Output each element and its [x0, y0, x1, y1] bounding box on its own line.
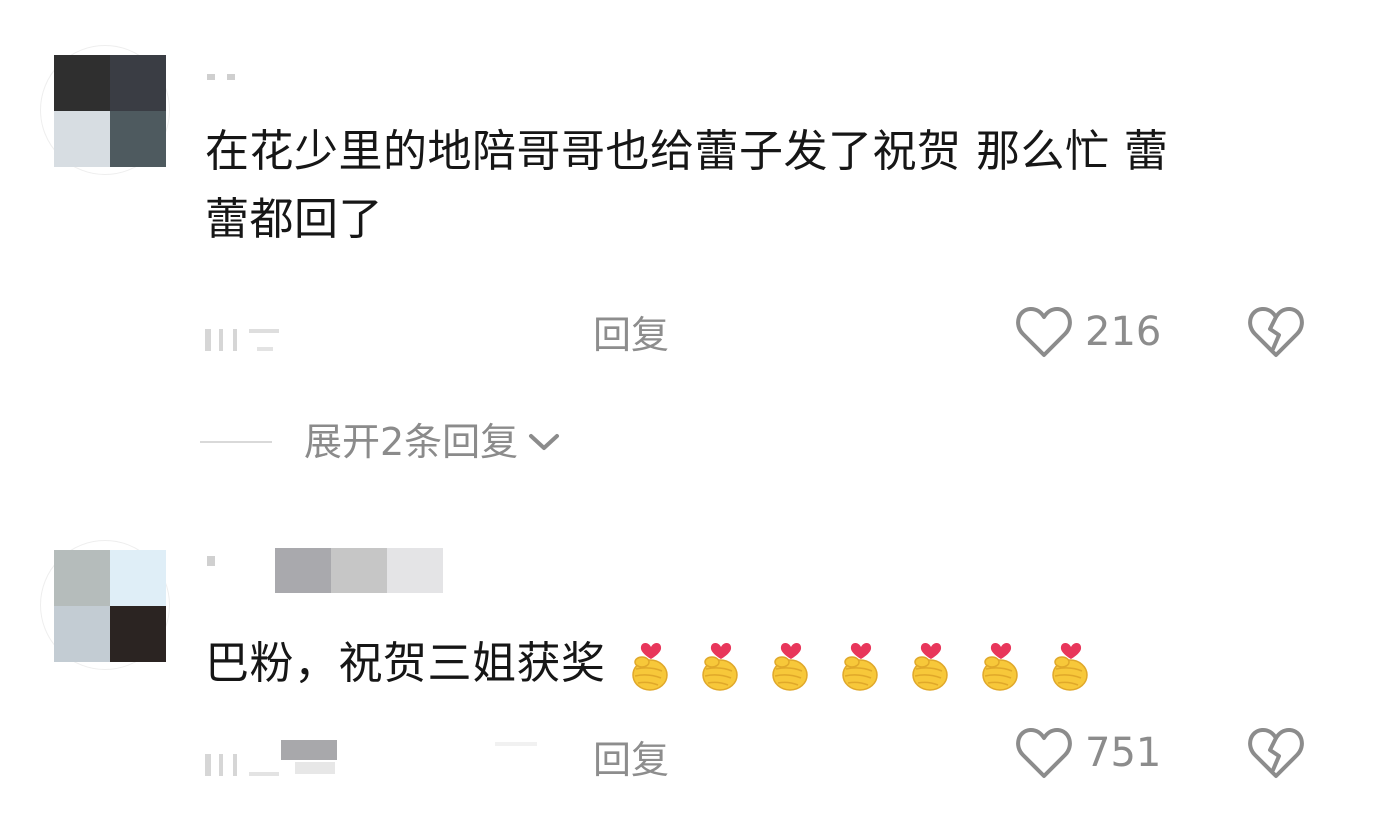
username-redacted[interactable] [205, 66, 255, 88]
comment-item: 在花少里的地陪哥哥也给蕾子发了祝贺 那么忙 蕾 蕾都回了 回复 216 展开2条… [0, 0, 1375, 500]
timestamp-redacted [205, 315, 295, 355]
comment-item: 巴粉，祝贺三姐获奖 回复 751 [0, 500, 1375, 824]
like-button[interactable]: 216 [1015, 305, 1161, 359]
emoji-row [620, 632, 1110, 700]
heart-outline-icon [1016, 727, 1072, 778]
comment-text-line: 在花少里的地陪哥哥也给蕾子发了祝贺 那么忙 蕾 [205, 126, 1169, 177]
finger-heart-emoji [912, 643, 948, 691]
finger-heart-emoji [1052, 643, 1088, 691]
expand-replies-button[interactable]: 展开2条回复 [200, 420, 560, 464]
like-count: 751 [1085, 730, 1162, 776]
avatar[interactable] [54, 55, 166, 167]
username-redacted[interactable] [205, 548, 445, 593]
broken-heart-icon [1248, 306, 1304, 357]
finger-heart-emoji [842, 643, 878, 691]
avatar[interactable] [54, 550, 166, 662]
chevron-down-icon [529, 434, 560, 450]
dislike-button[interactable] [1246, 303, 1306, 363]
like-button[interactable]: 751 [1015, 726, 1161, 780]
comment-text: 巴粉，祝贺三姐获奖 [205, 630, 1310, 700]
comment-text-line: 蕾都回了 [205, 194, 383, 245]
comment-text-line: 巴粉，祝贺三姐获奖 [205, 638, 606, 689]
reply-button[interactable]: 回复 [593, 740, 669, 780]
finger-heart-emoji [702, 643, 738, 691]
heart-outline-icon [1016, 306, 1072, 357]
comment-text: 在花少里的地陪哥哥也给蕾子发了祝贺 那么忙 蕾 蕾都回了 [205, 118, 1310, 254]
finger-heart-emoji [982, 643, 1018, 691]
broken-heart-icon [1248, 727, 1304, 778]
timestamp-redacted [205, 740, 545, 780]
finger-heart-emoji [772, 643, 808, 691]
dislike-button[interactable] [1246, 724, 1306, 784]
divider-line [200, 441, 272, 443]
finger-heart-emoji [632, 643, 668, 691]
expand-replies-label: 展开2条回复 [304, 420, 519, 464]
reply-button[interactable]: 回复 [593, 315, 669, 355]
like-count: 216 [1085, 309, 1162, 355]
